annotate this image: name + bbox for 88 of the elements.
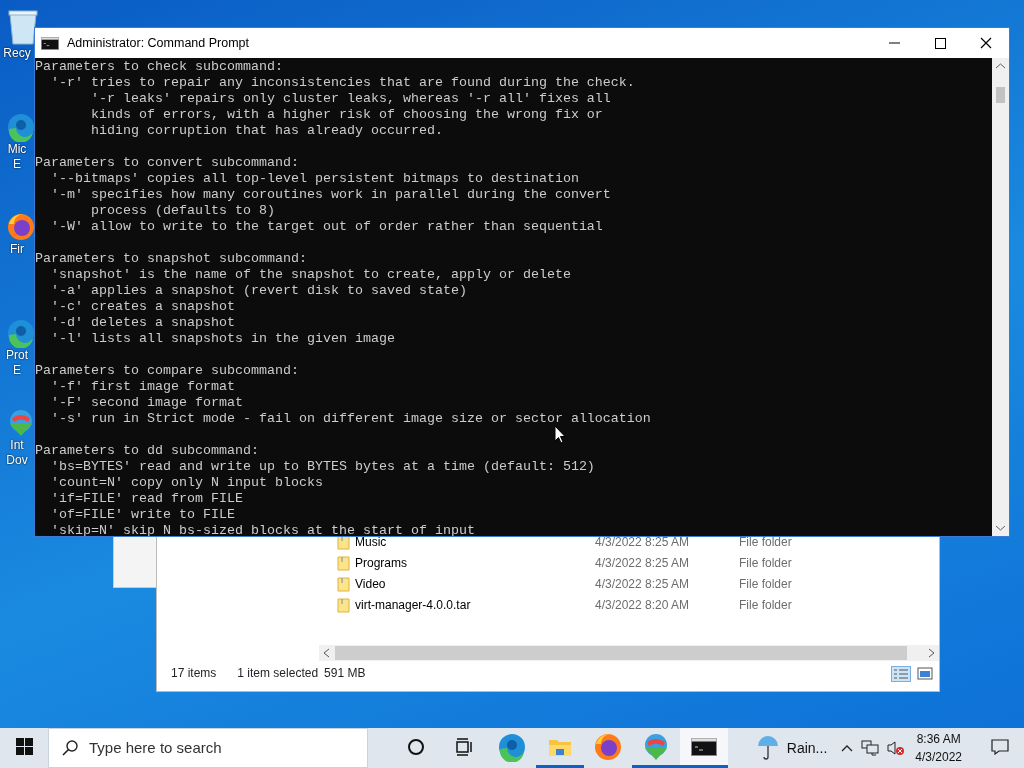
console-line: '-F' second image format (50, 395, 243, 411)
file-name[interactable]: virt-manager-4.0.0.tar (355, 595, 595, 614)
file-date: 4/3/2022 8:20 AM (595, 596, 691, 614)
file-date: 4/3/2022 8:25 AM (595, 533, 691, 551)
taskbar-button[interactable] (680, 728, 728, 768)
minimize-icon (888, 42, 900, 44)
terminal-icon[interactable] (41, 36, 59, 50)
console-line: 'snapshot' is the name of the snapshot to create, apply or delete (50, 267, 571, 283)
console-line: 'count=N' copy only N input blocks (50, 475, 323, 491)
details-view-button[interactable] (891, 664, 911, 682)
icon-label[interactable]: E (0, 157, 34, 172)
app-shortcut-icon[interactable] (6, 212, 36, 242)
console-line: '-r' tries to repair any inconsistencies that are found during the check. (50, 75, 635, 91)
icon-label[interactable]: Prot (0, 348, 34, 363)
selection-size: 591 MB (324, 665, 366, 682)
app-shortcut-icon[interactable] (6, 112, 36, 142)
file-type: File folder (739, 533, 792, 551)
scroll-thumb[interactable] (335, 646, 907, 660)
file-type: File folder (739, 596, 792, 614)
circle-icon (407, 737, 425, 756)
icon-label[interactable]: Recy (0, 46, 34, 61)
console-line: '-d' deletes a snapshot (50, 315, 235, 331)
folder-icon (337, 575, 350, 592)
console-line: '-f' first image format (50, 379, 235, 395)
folder-icon (337, 554, 350, 571)
close-icon (980, 37, 992, 49)
preview-pane-icon (915, 665, 935, 682)
details-list-icon (891, 665, 911, 682)
console-line: process (defaults to 8) (90, 203, 275, 219)
console-line: '-a' applies a snapshot (revert disk to saved state) (50, 283, 467, 299)
file-date: 4/3/2022 8:25 AM (595, 575, 691, 593)
item-count: 17 items (171, 665, 217, 682)
console-line: Parameters to convert subcommand: (35, 155, 299, 171)
console-line: Parameters to snapshot subcommand: (35, 251, 307, 267)
icon-label[interactable]: Mic (0, 142, 34, 157)
weather-text[interactable]: Rain... (786, 737, 828, 759)
app-shortcut-icon[interactable] (6, 318, 36, 348)
console-line: '-c' creates a snapshot (50, 299, 235, 315)
console-line: hiding corruption that has already occurred. (90, 123, 443, 139)
console-line: 'if=FILE' read from FILE (50, 491, 243, 507)
windows-logo-icon (15, 738, 33, 755)
folder-icon (337, 596, 350, 613)
scroll-thumb[interactable] (996, 87, 1005, 103)
horizontal-scrollbar[interactable] (319, 645, 939, 661)
search-icon (61, 739, 79, 757)
console-line: kinds of errors, with a higher risk of choosing the wrong fix or (90, 107, 603, 123)
console-line: '-r leaks' repairs only cluster leaks, whereas '-r all' fixes all (90, 91, 611, 107)
browser-icon (497, 731, 527, 762)
console-line: Parameters to compare subcommand: (35, 363, 299, 379)
terminal-icon (691, 737, 717, 756)
file-type: File folder (739, 575, 792, 593)
file-name[interactable]: Programs (355, 553, 595, 572)
vertical-scrollbar[interactable] (992, 58, 1009, 536)
selection-status: 1 item selected (237, 665, 319, 682)
speech-bubble-icon (991, 738, 1009, 755)
console-line: Parameters to check subcommand: (35, 59, 283, 75)
console-line: '-l' lists all snapshots in the given image (50, 331, 395, 347)
network-icon[interactable] (861, 740, 880, 756)
console-line: 'bs=BYTES' read and write up to BYTES bytes at a time (default: 512) (50, 459, 595, 475)
umbrella-icon[interactable] (756, 735, 779, 761)
mouse-pointer-icon (554, 425, 566, 444)
file-name[interactable]: Video (355, 574, 595, 593)
console-line: 'of=FILE' write to FILE (50, 507, 235, 523)
maximize-icon (934, 37, 946, 49)
preview-view-button[interactable] (915, 664, 935, 682)
icon-label[interactable]: E (0, 363, 34, 378)
icon-label[interactable]: Fir (0, 242, 34, 257)
file-type: File folder (739, 554, 792, 572)
window-title: Administrator: Command Prompt (67, 34, 250, 52)
recycle-bin-icon[interactable] (6, 8, 40, 46)
clock-date[interactable]: 4/3/2022 (915, 748, 962, 766)
console-line: '-W' allow to write to the target out of order rather than sequential (50, 219, 603, 235)
search-field[interactable]: Type here to search (48, 728, 368, 768)
browser-icon (593, 731, 623, 762)
console-line: '--bitmaps' copies all top-level persistent bitmaps to destination (50, 171, 579, 187)
console-line: '-m' specifies how many coroutines work in parallel during the convert (50, 187, 611, 203)
speaker-muted-icon[interactable] (887, 740, 906, 756)
console-line: Parameters to dd subcommand: (35, 443, 259, 459)
chevron-up-icon[interactable] (841, 744, 854, 752)
task-view-icon (455, 737, 473, 756)
file-date: 4/3/2022 8:25 AM (595, 554, 691, 572)
icon-label[interactable]: Int (0, 438, 34, 453)
scroll-up-icon[interactable] (996, 63, 1005, 69)
console-line: '-s' run in Strict mode - fail on different image size or sector allocation (50, 411, 651, 427)
icon-label[interactable]: Dov (0, 453, 34, 468)
scroll-down-icon[interactable] (996, 525, 1005, 531)
console-line: 'skip=N' skip N bs-sized blocks at the start of input (50, 523, 475, 536)
clock-time[interactable]: 8:36 AM (916, 730, 961, 748)
